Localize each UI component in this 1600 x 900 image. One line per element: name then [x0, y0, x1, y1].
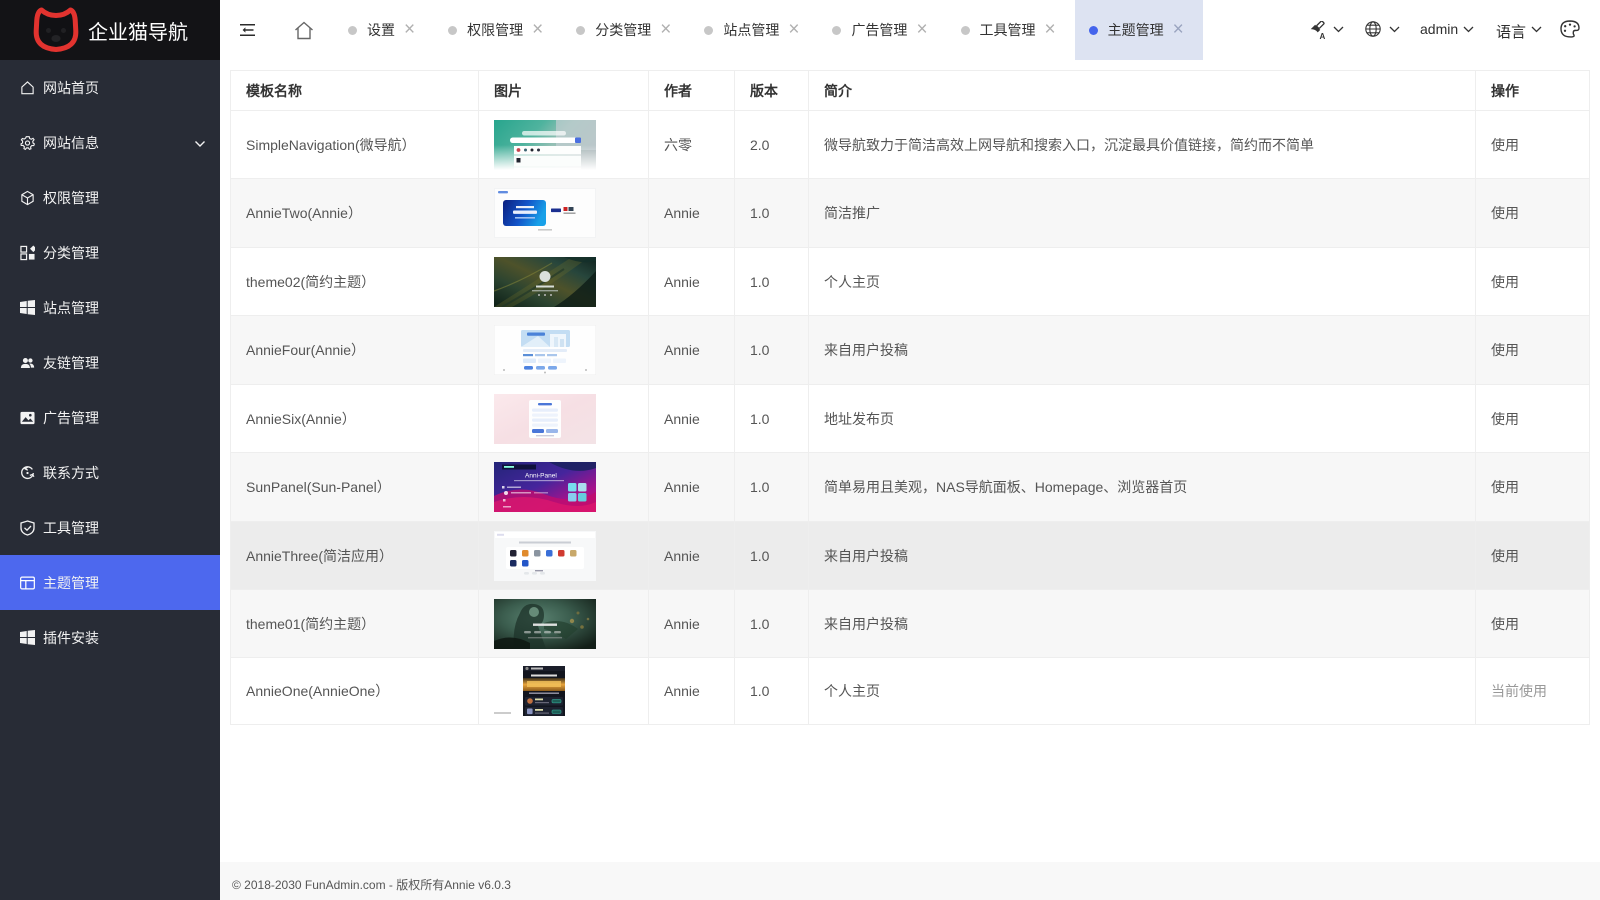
svg-text:Anni-Panel: Anni-Panel — [525, 473, 557, 480]
svg-text:A: A — [1320, 32, 1326, 39]
